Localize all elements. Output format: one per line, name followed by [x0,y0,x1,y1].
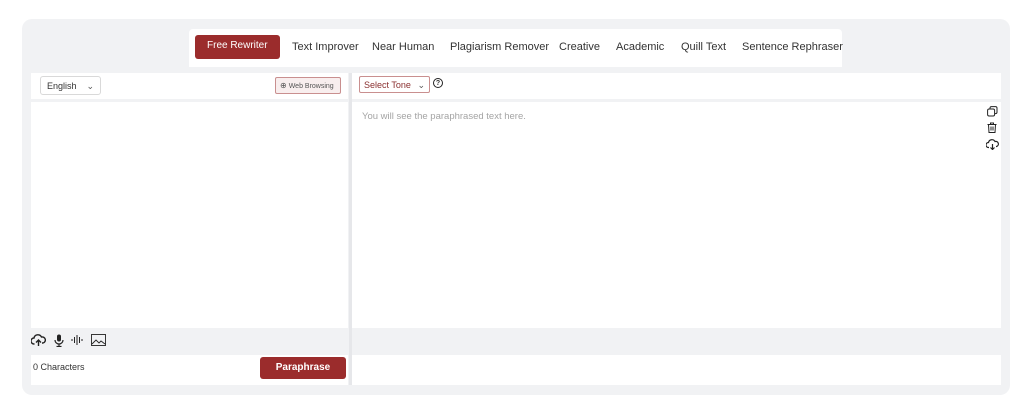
chevron-down-icon: ⌄ [417,80,425,90]
chevron-down-icon: ⌄ [86,81,94,91]
tone-select[interactable]: Select Tone ⌄ [359,76,430,93]
language-select[interactable]: English ⌄ [40,76,101,95]
input-textarea[interactable] [31,102,348,328]
web-browsing-button[interactable]: ⊕ Web Browsing [275,77,341,94]
output-textarea [352,102,1001,328]
output-placeholder: You will see the paraphrased text here. [362,111,526,122]
tab-free-rewriter[interactable]: Free Rewriter [195,35,280,59]
tone-label: Select Tone [364,80,411,90]
microphone-icon[interactable] [54,334,64,350]
character-count: 0 Characters [33,362,85,372]
help-icon[interactable]: ? [433,78,443,88]
image-icon[interactable] [90,334,106,349]
download-cloud-icon[interactable] [984,139,999,151]
tab-sentence-rephraser[interactable]: Sentence Rephraser [742,41,843,53]
web-browsing-label: Web Browsing [288,83,334,90]
tab-creative[interactable]: Creative [559,41,600,53]
input-tools [30,333,110,351]
paraphrase-button[interactable]: Paraphrase [260,357,346,379]
globe-icon: ⊕ [280,81,287,90]
tab-text-improver[interactable]: Text Improver [292,41,359,53]
output-footer [352,355,1001,385]
tab-academic[interactable]: Academic [616,41,664,53]
language-value: English [47,81,77,91]
copy-icon[interactable] [985,106,999,118]
upload-icon[interactable] [30,333,47,350]
tab-plagiarism-remover[interactable]: Plagiarism Remover [450,41,549,53]
audio-wave-icon[interactable] [71,334,83,349]
trash-icon[interactable] [985,122,999,134]
tab-near-human[interactable]: Near Human [372,41,434,53]
output-toolbar [352,73,1001,99]
tab-quill-text[interactable]: Quill Text [681,41,726,53]
